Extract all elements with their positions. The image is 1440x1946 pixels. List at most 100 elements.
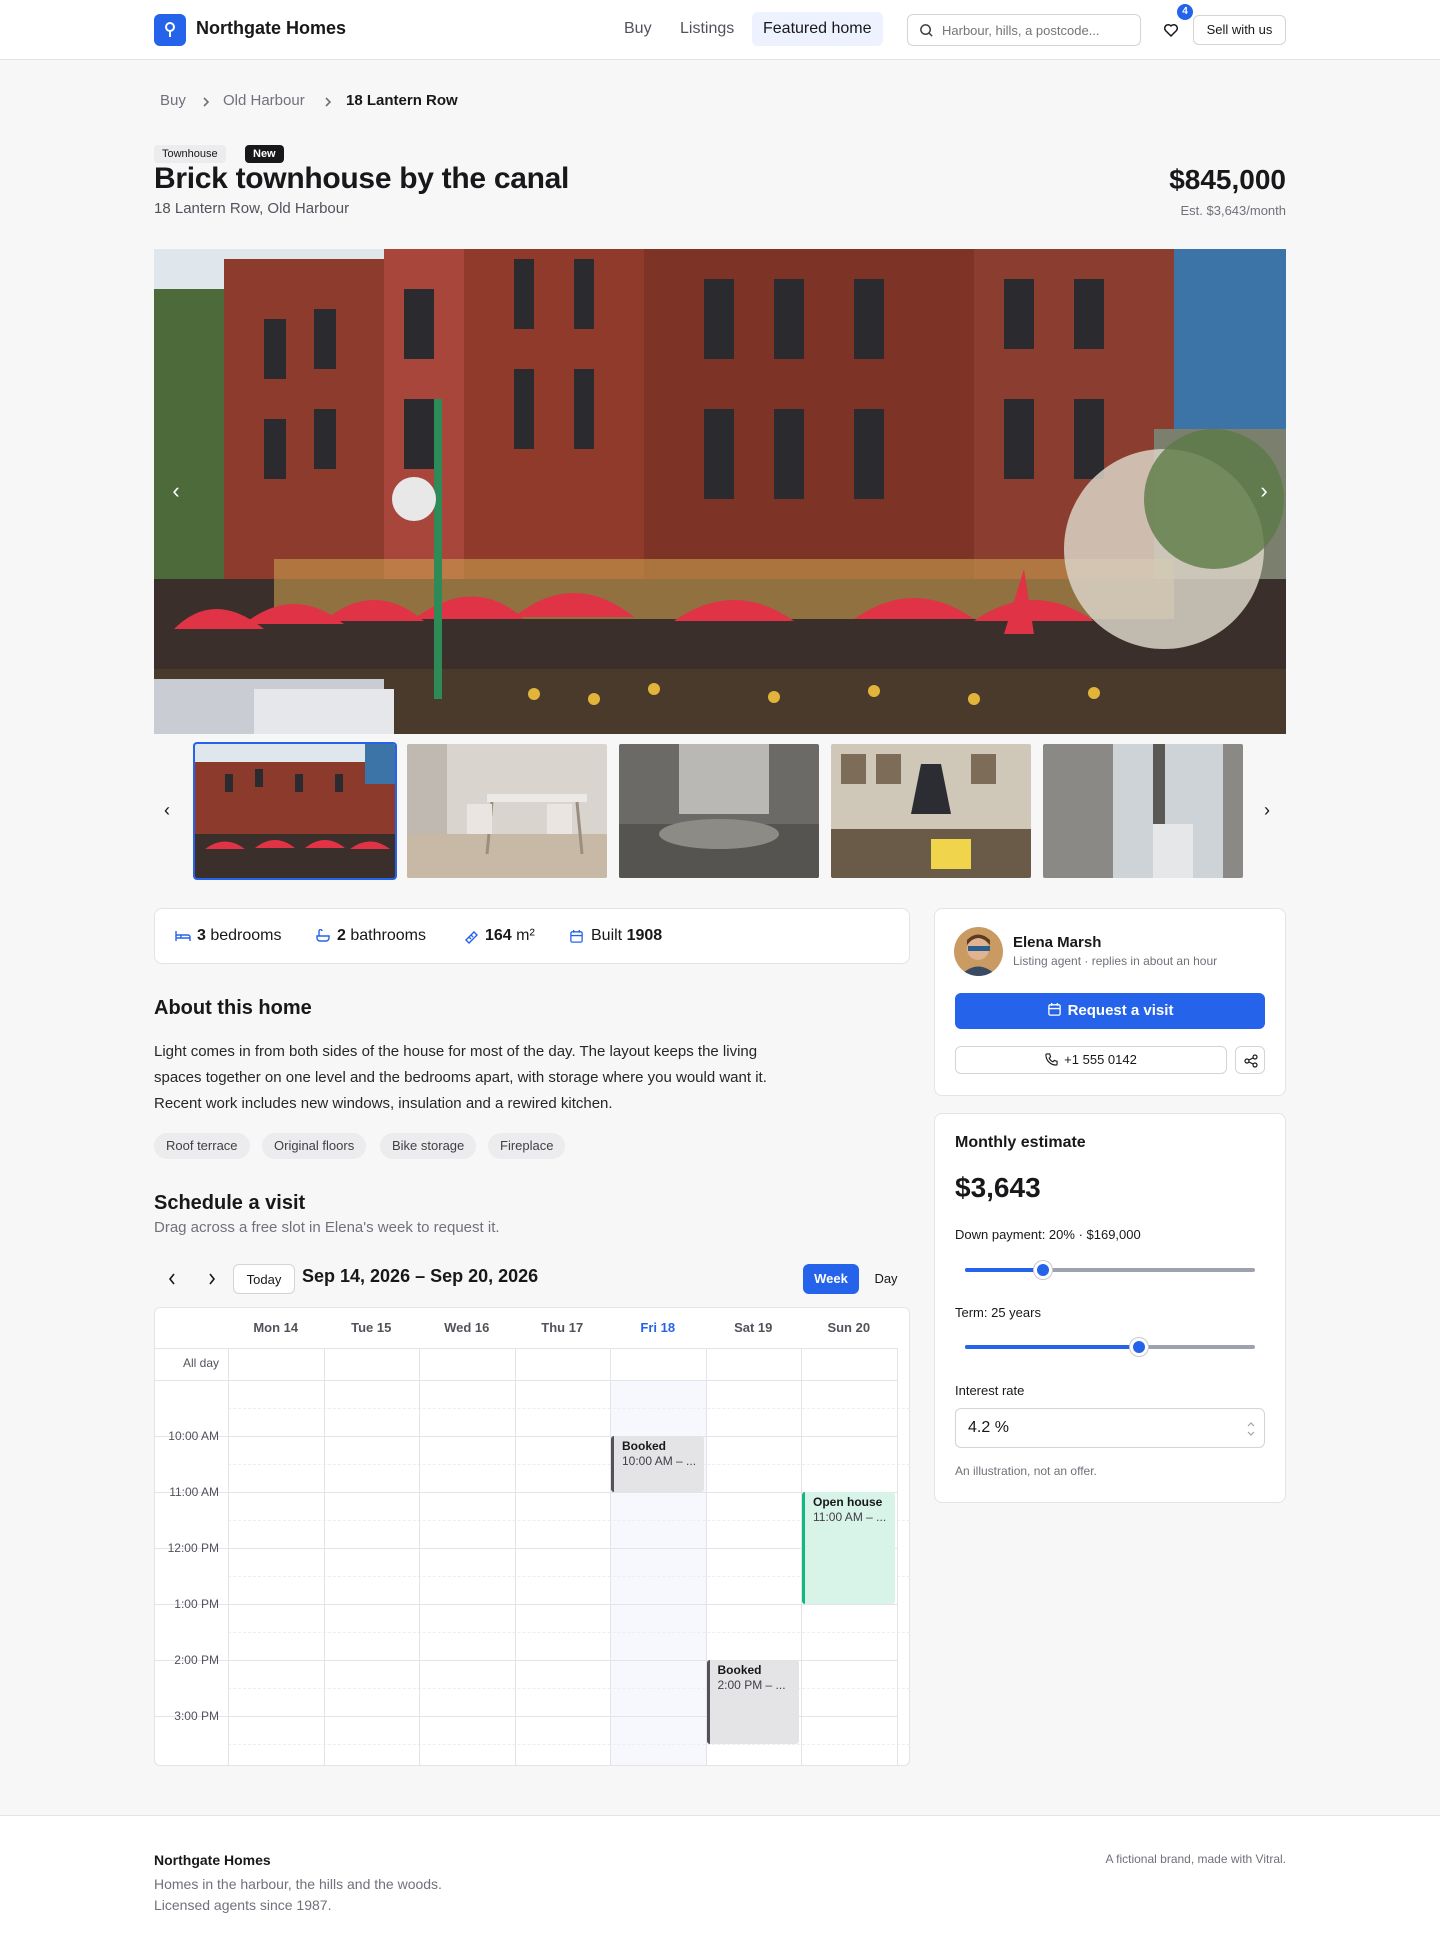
down-payment-slider[interactable] <box>965 1261 1255 1279</box>
agent-phone: +1 555 0142 <box>1064 1052 1137 1067</box>
time-label: 10:00 AM <box>168 1429 219 1443</box>
event-title: Booked <box>717 1663 762 1677</box>
breadcrumb-old-harbour[interactable]: Old Harbour <box>223 92 305 109</box>
term-slider[interactable] <box>965 1338 1255 1356</box>
request-visit-button[interactable]: Request a visit <box>955 993 1265 1029</box>
ruler-icon <box>465 931 478 944</box>
day-divider <box>514 1348 516 1765</box>
half-hour-line <box>228 1744 909 1745</box>
fact-bedrooms: 3 bedrooms <box>175 927 282 945</box>
chevron-right-icon <box>203 97 210 107</box>
thumbnail-1[interactable] <box>193 742 397 880</box>
phone-icon <box>1045 1053 1058 1066</box>
view-week-button[interactable]: Week <box>803 1264 859 1294</box>
thumbnail-photo <box>619 744 819 878</box>
nav-featured-home[interactable]: Featured home <box>752 12 883 46</box>
listing-address: 18 Lantern Row, Old Harbour <box>154 200 350 217</box>
type-tag: Townhouse <box>154 145 226 163</box>
request-visit-label: Request a visit <box>1067 1002 1174 1019</box>
gallery-main-photo[interactable]: ‹ › <box>154 249 1286 734</box>
estimate-title: Monthly estimate <box>955 1134 1086 1151</box>
chevron-right-icon <box>325 97 332 107</box>
half-hour-line <box>228 1688 909 1689</box>
feature-chip: Bike storage <box>380 1133 477 1159</box>
day-header: Mon 14 <box>253 1320 299 1335</box>
half-hour-line <box>228 1632 909 1633</box>
heart-icon <box>1163 23 1179 37</box>
agent-subtitle: Listing agent · replies in about an hour <box>1013 954 1218 968</box>
bathrooms-value: 2 <box>337 927 346 944</box>
thumbs-prev-button[interactable]: ‹ <box>164 800 170 821</box>
interest-rate-value: 4.2 % <box>968 1419 1009 1436</box>
feature-chip: Fireplace <box>488 1133 566 1159</box>
hour-line <box>155 1348 897 1349</box>
thumbnail-4[interactable] <box>831 744 1031 878</box>
built-label: Built <box>591 927 623 944</box>
hero-next-button[interactable]: › <box>1250 477 1278 505</box>
down-payment-label: Down payment: 20% · $169,000 <box>955 1227 1141 1242</box>
chevron-left-icon <box>168 1273 175 1285</box>
view-day-button[interactable]: Day <box>866 1264 906 1294</box>
hour-line <box>155 1604 897 1605</box>
brand-name[interactable]: Northgate Homes <box>196 18 346 39</box>
footer-note: A fictional brand, made with Vitral. <box>1105 1852 1286 1866</box>
bedrooms-value: 3 <box>197 927 206 944</box>
monthly-estimate-short: Est. $3,643/month <box>1180 203 1286 218</box>
half-hour-line <box>228 1464 909 1465</box>
hero-prev-button[interactable]: ‹ <box>162 477 190 505</box>
calendar-next-button[interactable] <box>198 1264 226 1294</box>
slider-handle[interactable] <box>1130 1338 1148 1356</box>
event-time: 2:00 PM – ... <box>717 1678 786 1692</box>
listing-title: Brick townhouse by the canal <box>154 162 570 195</box>
thumbnail-2[interactable] <box>407 744 607 878</box>
interest-rate-input[interactable]: 4.2 % <box>955 1408 1265 1448</box>
term-label: Term: 25 years <box>955 1305 1041 1320</box>
booked-event[interactable]: Booked 2:00 PM – ... <box>706 1660 799 1744</box>
day-header: Sat 19 <box>734 1320 773 1335</box>
schedule-heading: Schedule a visit <box>154 1192 306 1214</box>
slider-fill <box>965 1268 1044 1272</box>
thumbs-next-button[interactable]: › <box>1264 800 1270 821</box>
breadcrumb-buy[interactable]: Buy <box>160 92 186 109</box>
calendar-today-button[interactable]: Today <box>233 1264 295 1294</box>
booked-event[interactable]: Booked 10:00 AM – ... <box>611 1436 704 1492</box>
property-facts: 3 bedrooms 2 bathrooms 164 m² Built 1908 <box>154 908 910 964</box>
listing-price: $845,000 <box>1169 164 1286 195</box>
event-time: 10:00 AM – ... <box>622 1454 697 1468</box>
calendar-prev-button[interactable] <box>158 1264 186 1294</box>
share-button[interactable] <box>1235 1046 1265 1074</box>
fact-bathrooms: 2 bathrooms <box>315 927 426 945</box>
brand-logo[interactable] <box>154 14 186 46</box>
agent-photo <box>954 927 1003 976</box>
area-unit: m² <box>516 927 535 944</box>
hour-line <box>155 1436 897 1437</box>
time-label: 3:00 PM <box>174 1709 219 1723</box>
fact-built: Built 1908 <box>569 927 662 945</box>
week-calendar[interactable]: All day Mon 14 Tue 15 Wed 16 Thu 17 Fri 18 Sa… <box>154 1307 910 1766</box>
thumbnail-3[interactable] <box>619 744 819 878</box>
calendar-range: Sep 14, 2026 – Sep 20, 2026 <box>302 1266 539 1286</box>
nav-listings[interactable]: Listings <box>669 12 745 46</box>
thumbnail-5[interactable] <box>1043 744 1243 878</box>
hour-line <box>155 1492 897 1493</box>
day-divider <box>323 1348 325 1765</box>
calendar-icon <box>570 929 583 943</box>
search-icon <box>920 24 933 37</box>
day-divider <box>419 1348 420 1765</box>
fact-area: 164 m² <box>463 927 535 945</box>
sell-with-us-button[interactable]: Sell with us <box>1193 15 1286 45</box>
stepper-icon[interactable] <box>1246 1421 1256 1437</box>
footer-brand: Northgate Homes <box>154 1852 271 1868</box>
favorites-button[interactable] <box>1156 16 1186 44</box>
time-label: 11:00 AM <box>169 1485 219 1499</box>
search-input[interactable] <box>942 21 1132 39</box>
event-time: 11:00 AM – ... <box>813 1510 887 1524</box>
search-box[interactable] <box>907 14 1141 46</box>
nav-buy[interactable]: Buy <box>613 12 663 46</box>
calendar-icon <box>1047 1002 1061 1016</box>
hour-line <box>155 1380 897 1381</box>
open-house-event[interactable]: Open house 11:00 AM – ... <box>802 1492 895 1604</box>
area-value: 164 <box>485 927 512 944</box>
bath-icon <box>316 929 330 942</box>
call-agent-button[interactable]: +1 555 0142 <box>955 1046 1227 1074</box>
